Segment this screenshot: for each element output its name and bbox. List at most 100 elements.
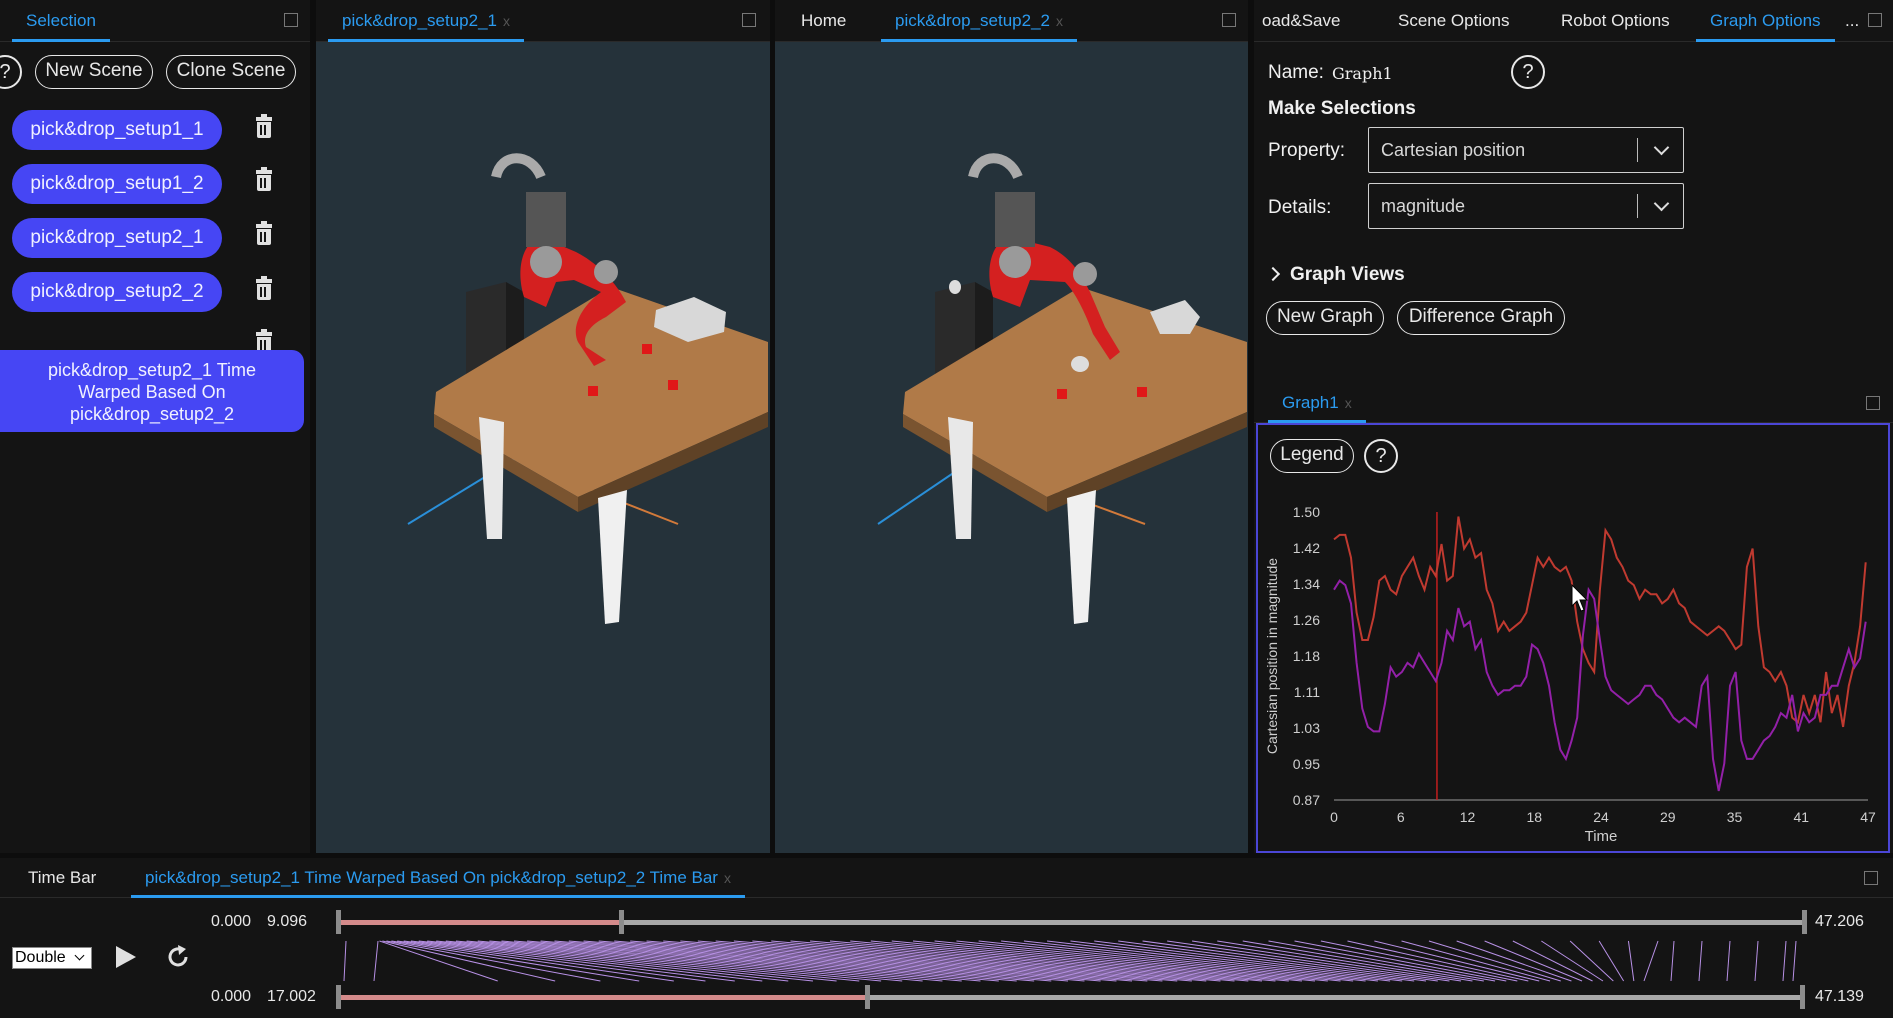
property-select[interactable]: Cartesian position bbox=[1368, 127, 1684, 173]
tab-graph-options[interactable]: Graph Options bbox=[1696, 0, 1835, 42]
tab-robot-options[interactable]: Robot Options bbox=[1547, 0, 1684, 42]
graph-canvas[interactable]: Legend ? 1.50 1.42 1.34 1.26 1.18 1.11 1.03 0.9… bbox=[1256, 423, 1890, 853]
close-icon[interactable]: x bbox=[503, 13, 510, 29]
tab-graph1[interactable]: Graph1 x bbox=[1268, 383, 1366, 423]
top-slider-end-handle[interactable] bbox=[1802, 910, 1807, 934]
robot-joint bbox=[1073, 262, 1097, 286]
warp-line bbox=[373, 940, 379, 982]
new-graph-button[interactable]: New Graph bbox=[1266, 301, 1384, 335]
trash-icon[interactable] bbox=[254, 167, 274, 192]
difference-graph-button[interactable]: Difference Graph bbox=[1397, 301, 1565, 335]
scene-pill[interactable]: pick&drop_setup1_2 bbox=[12, 164, 222, 204]
restart-icon[interactable] bbox=[164, 943, 192, 971]
bottom-slider-handle[interactable] bbox=[864, 985, 870, 1009]
y-tick-label: 1.18 bbox=[1293, 648, 1320, 664]
robot-joint bbox=[530, 246, 562, 278]
warped-scene-line: Warped Based On bbox=[78, 382, 226, 402]
bottom-slider-end-handle[interactable] bbox=[1800, 985, 1805, 1009]
details-select[interactable]: magnitude bbox=[1368, 183, 1684, 229]
property-label: Property: bbox=[1268, 140, 1346, 161]
trash-icon[interactable] bbox=[254, 221, 274, 246]
warp-line bbox=[1541, 940, 1604, 982]
chevron-down-icon bbox=[1653, 195, 1670, 212]
tab-label: Graph1 bbox=[1282, 393, 1339, 412]
viewport-panel-1: pick&drop_setup2_1 x bbox=[316, 0, 770, 853]
playback-speed-select[interactable]: Double bbox=[12, 947, 92, 969]
viewport2-tabbar: Home pick&drop_setup2_2 x bbox=[775, 0, 1248, 42]
maximize-icon[interactable] bbox=[1222, 13, 1236, 27]
scene-pill[interactable]: pick&drop_setup2_2 bbox=[12, 272, 222, 312]
details-select-value: magnitude bbox=[1381, 196, 1466, 216]
top-time-progress bbox=[338, 920, 622, 925]
chevron-down-icon bbox=[74, 950, 85, 961]
scene-pill[interactable]: pick&drop_setup1_1 bbox=[12, 110, 222, 150]
new-scene-button[interactable]: New Scene bbox=[35, 55, 153, 89]
chevron-right-icon bbox=[1265, 266, 1281, 282]
warp-line bbox=[1754, 940, 1759, 982]
time-bar-panel: Time Bar pick&drop_setup2_1 Time Warped … bbox=[0, 858, 1893, 1018]
scene-viewport-2[interactable] bbox=[775, 42, 1248, 853]
tab-load-save[interactable]: oad&Save bbox=[1254, 0, 1354, 42]
graph-views-heading: Graph Views bbox=[1290, 264, 1405, 285]
bottom-slider-start-handle[interactable] bbox=[336, 985, 341, 1009]
warp-line bbox=[1569, 940, 1614, 982]
warp-line bbox=[1792, 940, 1797, 982]
bottom-time-slider[interactable] bbox=[338, 995, 1803, 1000]
tab-scene-viewport[interactable]: pick&drop_setup2_2 x bbox=[881, 0, 1078, 42]
close-icon[interactable]: x bbox=[1345, 395, 1352, 411]
maximize-icon[interactable] bbox=[284, 13, 298, 27]
top-slider-start-handle[interactable] bbox=[336, 910, 341, 934]
clone-scene-button[interactable]: Clone Scene bbox=[166, 55, 296, 89]
help-icon[interactable]: ? bbox=[0, 55, 22, 89]
close-icon[interactable]: x bbox=[1056, 13, 1063, 29]
tab-warped-time-bar[interactable]: pick&drop_setup2_1 Time Warped Based On … bbox=[131, 858, 745, 898]
tab-selection[interactable]: Selection bbox=[12, 0, 110, 42]
red-cube bbox=[642, 344, 652, 354]
x-axis-title: Time bbox=[1585, 828, 1618, 845]
y-tick-label: 1.50 bbox=[1293, 504, 1320, 520]
maximize-icon[interactable] bbox=[1864, 871, 1878, 885]
options-panel: oad&Save Scene Options Robot Options Gra… bbox=[1254, 0, 1893, 383]
tab-time-bar[interactable]: Time Bar bbox=[14, 858, 110, 898]
warp-line bbox=[1512, 940, 1593, 982]
bottom-end-time: 47.139 bbox=[1815, 988, 1864, 1005]
table-leg bbox=[598, 490, 627, 624]
x-tick-label: 18 bbox=[1526, 809, 1542, 825]
select-separator bbox=[1637, 194, 1638, 218]
selection-tabbar: Selection bbox=[0, 0, 310, 42]
tab-home[interactable]: Home bbox=[787, 0, 860, 42]
maximize-icon[interactable] bbox=[1868, 13, 1882, 27]
maximize-icon[interactable] bbox=[1866, 396, 1880, 410]
x-tick-label: 24 bbox=[1593, 809, 1609, 825]
scene-viewport-1[interactable] bbox=[316, 42, 770, 853]
trash-icon[interactable] bbox=[254, 114, 274, 139]
table-leg bbox=[1067, 490, 1096, 624]
tab-overflow-menu[interactable]: ... bbox=[1839, 0, 1865, 42]
timebar-tabbar: Time Bar pick&drop_setup2_1 Time Warped … bbox=[0, 858, 1893, 898]
robot-scene-render bbox=[407, 153, 768, 624]
robot-head bbox=[995, 192, 1035, 247]
red-cube bbox=[1057, 389, 1067, 399]
tab-label: pick&drop_setup2_1 bbox=[342, 11, 498, 30]
warped-scene-pill[interactable]: pick&drop_setup2_1 Time Warped Based On … bbox=[0, 350, 304, 432]
robot-gripper-top bbox=[968, 153, 1023, 180]
graph-views-toggle[interactable]: Graph Views bbox=[1265, 262, 1438, 288]
x-tick-label: 29 bbox=[1660, 809, 1676, 825]
play-icon[interactable] bbox=[112, 944, 138, 970]
maximize-icon[interactable] bbox=[742, 13, 756, 27]
top-slider-handle[interactable] bbox=[619, 910, 625, 934]
mouse-cursor-icon bbox=[1571, 584, 1589, 612]
y-tick-label: 1.42 bbox=[1293, 540, 1320, 556]
tab-scene-viewport[interactable]: pick&drop_setup2_1 x bbox=[328, 0, 525, 42]
top-time-slider[interactable] bbox=[338, 920, 1805, 925]
close-icon[interactable]: x bbox=[724, 870, 731, 886]
x-tick-label: 35 bbox=[1727, 809, 1743, 825]
viewport1-tabbar: pick&drop_setup2_1 x bbox=[316, 0, 770, 42]
scene-pill[interactable]: pick&drop_setup2_1 bbox=[12, 218, 222, 258]
trash-icon[interactable] bbox=[254, 276, 274, 301]
tab-scene-options[interactable]: Scene Options bbox=[1384, 0, 1524, 42]
x-tick-label: 41 bbox=[1793, 809, 1809, 825]
viewport-panel-2: Home pick&drop_setup2_2 x bbox=[775, 0, 1248, 853]
top-current-time: 9.096 bbox=[267, 913, 308, 930]
help-icon[interactable]: ? bbox=[1511, 55, 1545, 89]
